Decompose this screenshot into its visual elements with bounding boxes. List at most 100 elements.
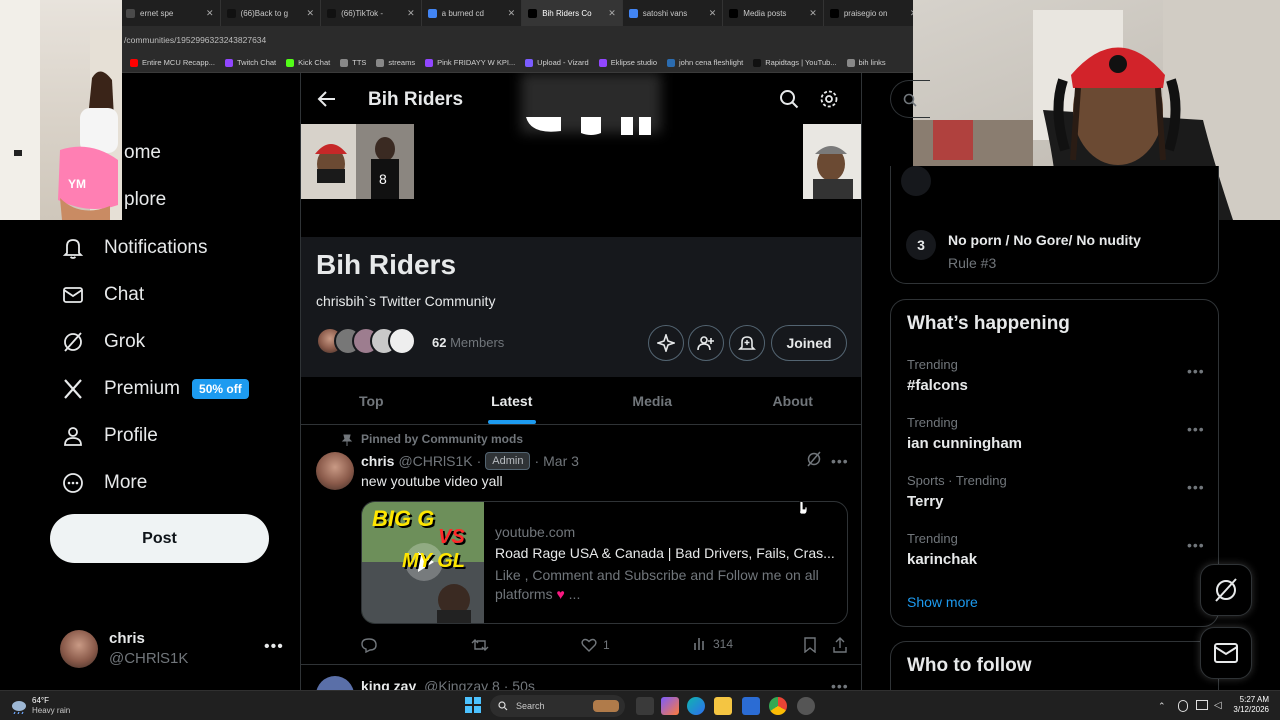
taskbar-search[interactable]: Search: [490, 695, 625, 717]
browser-tab[interactable]: Bih Riders Co ✕: [522, 0, 623, 26]
clock-date[interactable]: 3/12/2026: [1222, 705, 1269, 714]
browser-tab[interactable]: Media posts ✕: [723, 0, 824, 26]
trend-item[interactable]: Trending karinchak •••: [891, 529, 1218, 587]
show-more-link[interactable]: Show more: [907, 594, 978, 610]
trend-item[interactable]: Trending ian cunningham •••: [891, 413, 1218, 471]
browser-tab[interactable]: (66)TikTok - ✕: [321, 0, 422, 26]
close-tab-icon[interactable]: ✕: [809, 8, 817, 19]
search-icon[interactable]: [779, 89, 801, 111]
invite-button[interactable]: [688, 325, 724, 361]
browser-tab[interactable]: (66)Back to g ✕: [221, 0, 322, 26]
trend-more-icon[interactable]: •••: [1187, 421, 1205, 437]
post-more-icon[interactable]: •••: [831, 678, 849, 690]
nav-chat[interactable]: Chat: [60, 275, 144, 315]
bookmark-item[interactable]: bih links: [846, 58, 886, 67]
joined-button[interactable]: Joined: [771, 325, 847, 361]
store-icon[interactable]: [742, 697, 760, 715]
tray-chevron-icon[interactable]: ⌃: [1158, 701, 1166, 712]
trend-item[interactable]: Trending #falcons •••: [891, 355, 1218, 413]
windows-start-icon[interactable]: [465, 697, 483, 715]
close-tab-icon[interactable]: ✕: [508, 8, 516, 19]
nav-profile[interactable]: Profile: [60, 416, 158, 456]
chrome-icon[interactable]: [769, 697, 787, 715]
trend-more-icon[interactable]: •••: [1187, 537, 1205, 553]
post-more-icon[interactable]: •••: [831, 453, 849, 469]
views-button[interactable]: 314: [693, 637, 733, 651]
clock-time[interactable]: 5:27 AM: [1229, 695, 1269, 704]
bookmark-item[interactable]: Twitch Chat: [224, 58, 276, 67]
obs-icon[interactable]: [797, 697, 815, 715]
volume-icon[interactable]: ◁: [1214, 700, 1222, 711]
close-tab-icon[interactable]: ✕: [608, 8, 616, 19]
nav-more[interactable]: More: [60, 463, 147, 503]
grok-summary-button[interactable]: [648, 325, 684, 361]
post-pinned[interactable]: Pinned by Community mods chris @CHRlS1K …: [301, 425, 861, 665]
post-author-name[interactable]: king zay: [361, 678, 416, 690]
address-bar[interactable]: /communities/1952996323243827634: [120, 26, 915, 53]
member-count[interactable]: 62 Members: [432, 335, 504, 350]
youtube-link-card[interactable]: BIG G VS MY GL youtube.com Road Rage USA…: [361, 501, 848, 624]
browser-tab[interactable]: a burned cd ✕: [422, 0, 523, 26]
nav-premium[interactable]: Premium 50% off: [60, 369, 249, 409]
close-tab-icon[interactable]: ✕: [709, 8, 717, 19]
bookmark-item[interactable]: Entire MCU Recapp...: [130, 58, 215, 67]
close-tab-icon[interactable]: ✕: [407, 8, 415, 19]
microphone-icon[interactable]: [1178, 700, 1188, 712]
tab-latest[interactable]: Latest: [442, 377, 583, 424]
nav-home[interactable]: ome: [124, 133, 161, 173]
close-tab-icon[interactable]: ✕: [206, 8, 214, 19]
bookmark-item[interactable]: Kick Chat: [286, 58, 330, 67]
nav-notifications[interactable]: Notifications: [60, 228, 208, 268]
bookmark-icon[interactable]: [803, 637, 819, 655]
bookmark-item[interactable]: streams: [376, 58, 415, 67]
bookmark-item[interactable]: Rapidtags | YouTub...: [753, 58, 837, 67]
bookmark-item[interactable]: Eklipse studio: [598, 58, 657, 67]
browser-tab[interactable]: praisegio on✕: [824, 0, 915, 26]
like-button[interactable]: 1: [581, 637, 610, 653]
tab-top[interactable]: Top: [301, 377, 442, 424]
file-explorer-icon[interactable]: [714, 697, 732, 715]
bookmark-item[interactable]: TTS: [340, 58, 366, 67]
nav-grok[interactable]: Grok: [60, 322, 145, 362]
browser-tab[interactable]: ernet spe ✕: [120, 0, 221, 26]
tab-media[interactable]: Media: [582, 377, 723, 424]
post-date[interactable]: Mar 3: [543, 453, 579, 469]
post-author-handle[interactable]: @Kingzay 8: [424, 678, 500, 690]
account-switcher[interactable]: chris @CHRlS1K •••: [60, 628, 310, 672]
grok-floating-button[interactable]: [1200, 564, 1252, 616]
notify-button[interactable]: [729, 325, 765, 361]
tab-about[interactable]: About: [723, 377, 862, 424]
post-author-name[interactable]: chris: [361, 453, 394, 469]
network-icon[interactable]: [1196, 700, 1208, 710]
share-icon[interactable]: [832, 637, 848, 655]
post-author-avatar[interactable]: [316, 452, 354, 490]
grok-post-icon[interactable]: [806, 451, 824, 469]
bookmark-item[interactable]: Pink FRIDAYY W KPI...: [425, 58, 515, 67]
copilot-icon[interactable]: [661, 697, 679, 715]
bookmark-item[interactable]: Upload - Vizard: [525, 58, 589, 67]
reply-icon[interactable]: [361, 637, 381, 655]
task-view-icon[interactable]: [636, 697, 654, 715]
repost-icon[interactable]: [471, 637, 491, 655]
weather-desc[interactable]: Heavy rain: [32, 706, 70, 715]
post-button[interactable]: Post: [50, 514, 269, 563]
weather-temp[interactable]: 64°F: [32, 696, 49, 705]
trend-more-icon[interactable]: •••: [1187, 363, 1205, 379]
messages-floating-button[interactable]: [1200, 627, 1252, 679]
gear-icon[interactable]: [819, 89, 841, 111]
bookmark-item[interactable]: john cena fleshlight: [667, 58, 743, 67]
browser-tab[interactable]: satoshi vans ✕: [623, 0, 724, 26]
account-more-icon[interactable]: •••: [264, 638, 284, 656]
edge-icon[interactable]: [687, 697, 705, 715]
back-arrow-icon[interactable]: [317, 89, 345, 113]
close-tab-icon[interactable]: ✕: [307, 8, 315, 19]
trend-item[interactable]: Sports · Trending Terry •••: [891, 471, 1218, 529]
post-author-avatar[interactable]: [316, 676, 354, 690]
post-date[interactable]: 50s: [512, 678, 535, 690]
trend-more-icon[interactable]: •••: [1187, 479, 1205, 495]
member-avatars[interactable]: [316, 325, 426, 357]
post-author-handle[interactable]: @CHRlS1K: [398, 453, 472, 469]
search-box-fragment[interactable]: [890, 80, 930, 118]
post-item[interactable]: king zay @Kingzay 8 · 50s •••: [301, 666, 861, 690]
nav-explore[interactable]: plore: [124, 180, 166, 220]
